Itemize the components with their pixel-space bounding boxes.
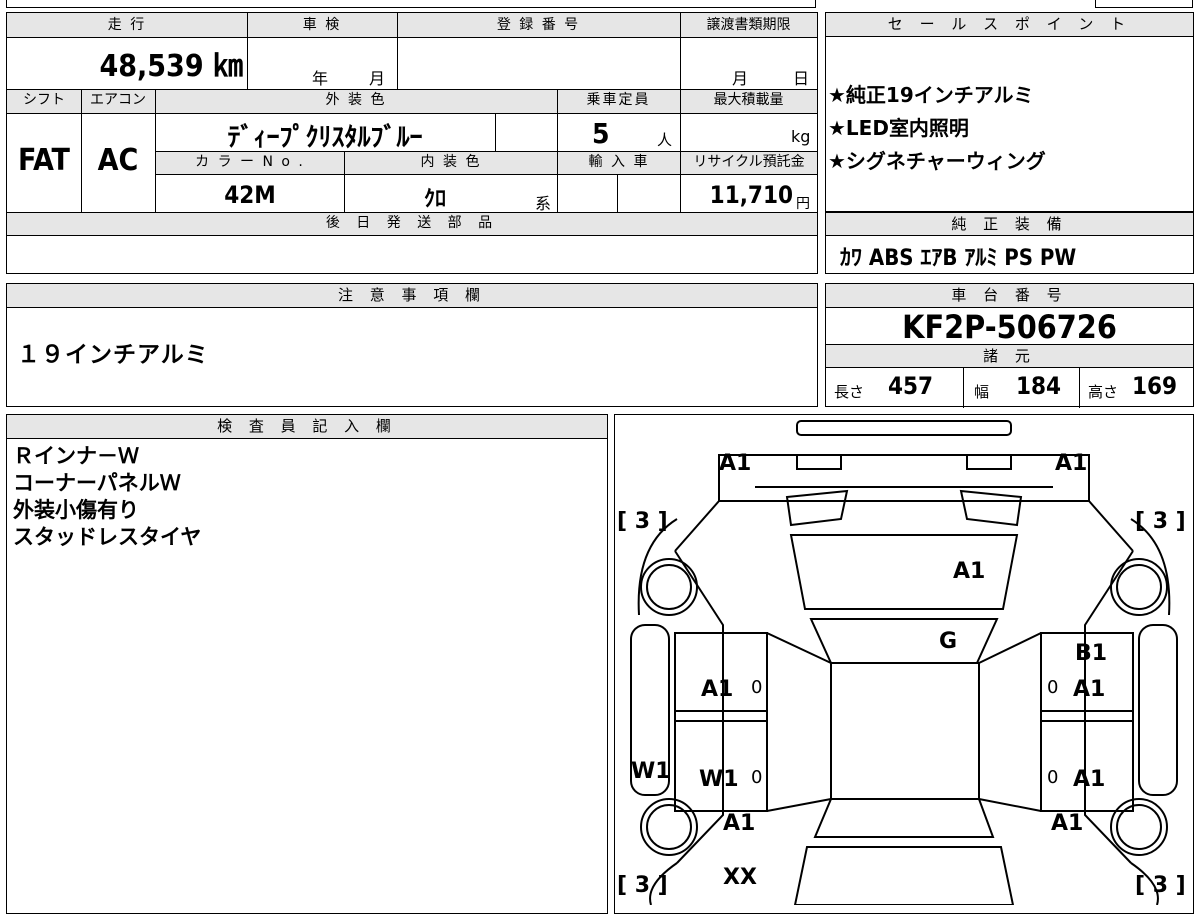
top-cut-strip [6,0,816,8]
genuine-equipment-box: 純 正 装 備 ｶﾜ ABS ｴｱB ｱﾙﾐ PS PW [825,212,1194,274]
capacity-header: 乗車定員 [557,90,680,113]
sales-points-list: ★純正19インチアルミ ★LED室内照明 ★シグネチャーウィング [828,79,1046,178]
label-tire-rl: [ 3 ] [617,873,668,898]
chassis-number: KF2P-506726 [902,308,1117,346]
label-right-fender-top: B1 [1075,641,1108,666]
sales-point-item: ★LED室内照明 [828,116,969,140]
label-left-side-w: W1 [631,759,671,784]
label-front-right: A1 [1055,451,1088,476]
height-value: 169 [1132,372,1178,400]
mileage-value: 48,539 ㎞ [99,49,243,84]
import-header: 輸 入 車 [558,152,680,174]
max-load-header: 最大積載量 [680,90,817,113]
damage-diagram-box: A1 A1 [ 3 ] [ 3 ] A1 G B1 A1 0 0 A1 W1 W… [614,414,1194,914]
label-hood: A1 [953,559,986,584]
exterior-color-value: ﾃﾞｨｰﾌﾟｸﾘｽﾀﾙﾌﾞﾙｰ [227,123,423,153]
interior-color-value: ｸﾛ [423,187,446,212]
notes-header: 注 意 事 項 欄 [7,284,817,308]
inspector-line: Ｒインナ－Ｗ [13,444,139,468]
chassis-header: 車 台 番 号 [826,284,1193,308]
sales-points-box: セ ー ル ス ポ イ ン ト ★純正19インチアルミ ★LED室内照明 ★シグ… [825,12,1194,212]
label-left-front-door-zero: 0 [751,677,763,698]
shaken-header: 車 検 [247,13,397,37]
genuine-equipment-value: ｶﾜ ABS ｴｱB ｱﾙﾐ PS PW [840,246,1077,271]
transfer-deadline-header: 譲渡書類期限 [680,13,817,37]
height-label: 高さ [1088,383,1119,401]
shaken-year-unit: 年 [312,69,329,88]
label-left-rear-fender: A1 [723,811,756,836]
color-no-header: カ ラ ー N o . [156,152,344,174]
label-rear: XX [723,865,757,890]
label-right-front-door: A1 [1073,677,1106,702]
inspector-line: スタッドレスタイヤ [13,525,202,549]
registration-header: 登 録 番 号 [397,13,680,37]
label-tire-fr: [ 3 ] [1135,509,1186,534]
notes-value: １９インチアルミ [17,342,209,368]
shaken-month-unit: 月 [369,69,386,88]
shift-value: FAT [18,143,70,178]
inspector-lines: Ｒインナ－Ｗ コーナーパネルＷ 外装小傷有り スタッドレスタイヤ [13,443,201,551]
inspector-header: 検 査 員 記 入 欄 [7,415,607,439]
label-right-rear-door-zero: 0 [1047,767,1059,788]
inspector-line: コーナーパネルＷ [13,471,181,495]
mileage-header: 走 行 [7,13,247,37]
capacity-unit: 人 [657,131,673,149]
genuine-equipment-header: 純 正 装 備 [826,212,1193,236]
label-left-front-door: A1 [701,677,734,702]
max-load-unit: kg [791,127,811,146]
label-right-rear-door: A1 [1073,767,1106,792]
label-right-rear-fender: A1 [1051,811,1084,836]
inspector-box: 検 査 員 記 入 欄 Ｒインナ－Ｗ コーナーパネルＷ 外装小傷有り スタッドレ… [6,414,608,914]
label-tire-fl: [ 3 ] [617,509,668,534]
interior-color-suffix: 系 [535,194,552,213]
ac-header: エアコン [81,90,155,113]
sales-points-header: セ ー ル ス ポ イ ン ト [826,13,1193,37]
vehicle-info-table: 走 行 車 検 登 録 番 号 譲渡書類期限 48,539 ㎞ 年 月 月 日 … [6,12,818,274]
transfer-day-unit: 日 [793,69,810,88]
recycle-header: リサイクル預託金 [681,152,817,174]
ac-value: AC [97,143,139,178]
label-tire-rr: [ 3 ] [1135,873,1186,898]
label-front-left: A1 [719,451,752,476]
recycle-value: 11,710 [709,181,793,209]
sales-point-item: ★シグネチャーウィング [828,149,1046,173]
top-cut-strip-right [1095,0,1193,8]
transfer-month-unit: 月 [732,69,749,88]
interior-color-header: 内 装 色 [345,152,557,174]
later-parts-header: 後 日 発 送 部 品 [7,213,817,235]
width-label: 幅 [974,383,990,401]
capacity-value: 5 [592,117,610,150]
color-no-value: 42M [224,181,276,209]
label-right-front-door-zero: 0 [1047,677,1059,698]
shift-header: シフト [7,90,81,113]
width-value: 184 [1016,372,1062,400]
length-label: 長さ [834,383,865,401]
label-left-rear-door-zero: 0 [751,767,763,788]
label-windshield: G [939,629,958,654]
inspector-line: 外装小傷有り [13,498,139,522]
exterior-color-header: 外 装 色 [155,90,557,113]
sales-point-item: ★純正19インチアルミ [828,83,1034,107]
notes-box: 注 意 事 項 欄 １９インチアルミ [6,283,818,407]
specs-header: 諸 元 [826,344,1193,368]
chassis-box: 車 台 番 号 KF2P-506726 諸 元 長さ 457 幅 184 高さ … [825,283,1194,408]
recycle-unit: 円 [796,196,810,212]
length-value: 457 [888,372,934,400]
label-left-rear-door: W1 [699,767,739,792]
